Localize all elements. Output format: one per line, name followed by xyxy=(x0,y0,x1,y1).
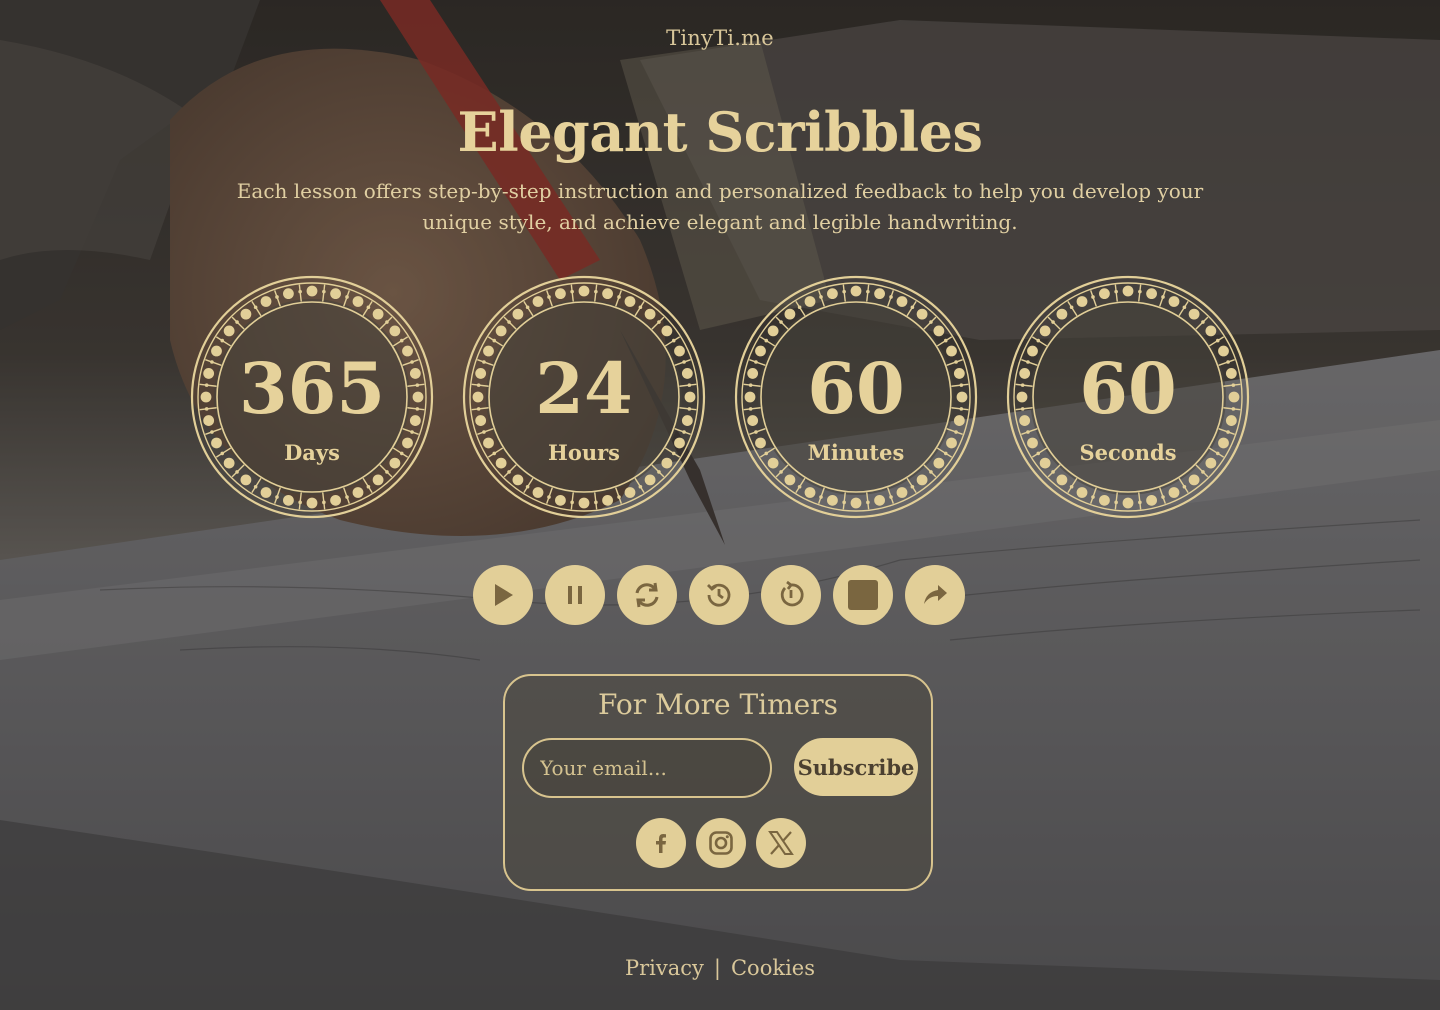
timer-seconds: 60 Seconds xyxy=(1005,274,1251,520)
timer-hours-label: Hours xyxy=(547,440,620,465)
timer-hours-value: 24 xyxy=(535,347,633,430)
timer-minutes: 60 Minutes xyxy=(733,274,979,520)
instagram-link[interactable] xyxy=(696,818,746,868)
timer-minutes-label: Minutes xyxy=(807,440,905,465)
restart-icon xyxy=(780,580,804,607)
subscribe-panel: For More Timers Subscribe xyxy=(503,674,933,891)
share-button[interactable] xyxy=(905,565,965,625)
timer-hours: 24 Hours xyxy=(461,274,707,520)
x-icon xyxy=(768,831,794,855)
stop-button[interactable] xyxy=(833,565,893,625)
site-name[interactable]: TinyTi.me xyxy=(0,26,1440,50)
play-icon xyxy=(495,584,513,606)
history-button[interactable] xyxy=(689,565,749,625)
timer-seconds-label: Seconds xyxy=(1079,440,1177,465)
instagram-icon xyxy=(709,831,733,855)
facebook-icon xyxy=(656,834,666,853)
stop-icon xyxy=(848,580,878,610)
subscribe-button[interactable]: Subscribe xyxy=(794,738,918,796)
x-link[interactable] xyxy=(756,818,806,868)
refresh-icon xyxy=(635,582,659,608)
footer: Privacy | Cookies xyxy=(0,956,1440,980)
cookies-link[interactable]: Cookies xyxy=(731,956,815,980)
subscribe-title: For More Timers xyxy=(598,688,838,721)
timer-controls xyxy=(473,565,967,627)
timer-days: 365 Days xyxy=(189,274,435,520)
facebook-link[interactable] xyxy=(636,818,686,868)
email-input[interactable] xyxy=(522,738,772,798)
countdown-timers: 365 Days 24 Hours 60 Minutes 60 Seconds xyxy=(0,274,1440,520)
pause-icon xyxy=(568,586,582,604)
privacy-link[interactable]: Privacy xyxy=(625,956,704,980)
play-button[interactable] xyxy=(473,565,533,625)
timer-seconds-value: 60 xyxy=(1079,347,1177,430)
history-icon xyxy=(707,583,731,607)
timer-days-value: 365 xyxy=(238,347,386,430)
restart-button[interactable] xyxy=(761,565,821,625)
page-subtitle: Each lesson offers step-by-step instruct… xyxy=(236,179,1204,234)
page-title: Elegant Scribbles xyxy=(457,100,983,164)
pause-button[interactable] xyxy=(545,565,605,625)
timer-days-label: Days xyxy=(284,440,340,465)
timer-minutes-value: 60 xyxy=(807,347,905,430)
refresh-button[interactable] xyxy=(617,565,677,625)
share-icon xyxy=(924,585,947,604)
footer-separator: | xyxy=(713,956,721,980)
